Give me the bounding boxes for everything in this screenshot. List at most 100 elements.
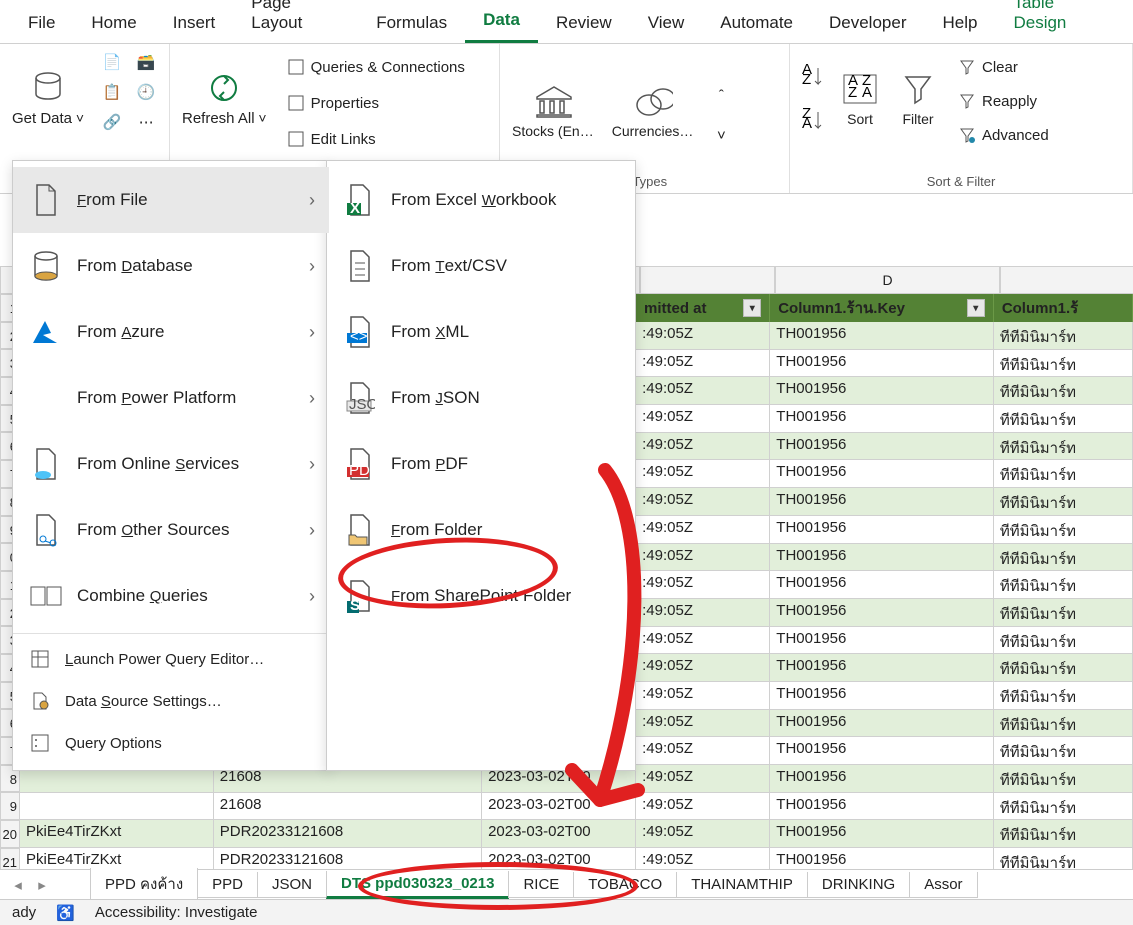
reapply-button[interactable]: Reapply: [952, 88, 1055, 114]
get-data-button[interactable]: Get Data ˅: [8, 48, 88, 148]
bank-icon: [533, 81, 573, 121]
filter-dropdown-icon[interactable]: ▾: [743, 299, 761, 317]
advanced-button[interactable]: Advanced: [952, 122, 1055, 148]
refresh-icon: [204, 68, 244, 108]
sheet-tab-ppd[interactable]: PPD: [197, 872, 258, 898]
from-text-icon[interactable]: 📄: [98, 48, 126, 76]
menu-launch-pq[interactable]: Launch Power Query Editor…: [13, 638, 329, 680]
get-data-menu-level1: From FileFrom DatabaseFrom AzureFrom Pow…: [12, 160, 330, 771]
status-accessibility[interactable]: Accessibility: Investigate: [95, 904, 258, 921]
status-bar: ady ♿ Accessibility: Investigate: [0, 899, 1133, 925]
sheet-tabs: ◂▸ PPD คงค้างPPDJSONDTS ppd030323_0213RI…: [0, 869, 1133, 899]
datatype-up-icon[interactable]: ˆ: [707, 81, 735, 109]
th-shop-key: Column1.ร้าน.Key: [778, 296, 905, 320]
sheet-tab-thainamthip[interactable]: THAINAMTHIP: [676, 872, 808, 898]
existing-conn-icon[interactable]: 🔗: [98, 108, 126, 136]
sheet-tab-ppd-[interactable]: PPD คงค้าง: [90, 868, 198, 901]
from-azure-icon: [29, 315, 63, 349]
edit-links-button[interactable]: Edit Links: [281, 126, 471, 152]
stocks-datatype-button[interactable]: Stocks (En…: [508, 60, 598, 160]
menu-from-xml[interactable]: <>From XML: [327, 299, 635, 365]
tab-page-layout[interactable]: Page Layout: [233, 0, 358, 43]
from-table-icon[interactable]: 📋: [98, 78, 126, 106]
tab-help[interactable]: Help: [925, 3, 996, 43]
from-other-icon: [29, 513, 63, 547]
sheet-tab-tobacco[interactable]: TOBACCO: [573, 872, 677, 898]
refresh-all-button[interactable]: Refresh All ˅: [178, 48, 271, 148]
tab-view[interactable]: View: [630, 3, 703, 43]
status-ready: ady: [12, 904, 36, 921]
refresh-label: Refresh All: [182, 110, 255, 127]
query-opts-icon: [29, 732, 51, 754]
table-row[interactable]: 216082023-03-02T00:49:05ZTH001956ทีทีมิน…: [20, 793, 1133, 821]
filter-label: Filter: [902, 111, 933, 127]
tab-insert[interactable]: Insert: [155, 3, 234, 43]
currency-icon: [633, 81, 673, 121]
sheet-tab-json[interactable]: JSON: [257, 872, 327, 898]
ribbon-tabs: FileHomeInsertPage LayoutFormulasDataRev…: [0, 0, 1133, 44]
from-db-icon: [29, 249, 63, 283]
filter-button[interactable]: Filter: [894, 48, 942, 148]
tab-developer[interactable]: Developer: [811, 3, 925, 43]
funnel-icon: [898, 69, 938, 109]
tab-automate[interactable]: Automate: [702, 3, 811, 43]
menu-combine-q[interactable]: Combine Queries: [13, 563, 329, 629]
col-header-d[interactable]: D: [775, 266, 1000, 294]
sheet-tab-drinking[interactable]: DRINKING: [807, 872, 910, 898]
menu-from-sp[interactable]: SFrom SharePoint Folder: [327, 563, 635, 629]
menu-from-online[interactable]: From Online Services: [13, 431, 329, 497]
row-number[interactable]: 9: [0, 792, 20, 820]
launch-pq-icon: [29, 648, 51, 670]
tab-review[interactable]: Review: [538, 3, 630, 43]
svg-text:Z: Z: [802, 71, 811, 88]
menu-from-folder[interactable]: From Folder: [327, 497, 635, 563]
from-csv-icon: [343, 249, 377, 283]
menu-from-other[interactable]: From Other Sources: [13, 497, 329, 563]
sort-icon: AZZA: [840, 69, 880, 109]
menu-from-db[interactable]: From Database: [13, 233, 329, 299]
menu-from-file[interactable]: From File: [13, 167, 329, 233]
menu-ds-settings[interactable]: Data Source Settings…: [13, 680, 329, 722]
svg-text:S: S: [350, 597, 360, 613]
menu-from-pdf[interactable]: PDFFrom PDF: [327, 431, 635, 497]
menu-from-pp[interactable]: From Power Platform: [13, 365, 329, 431]
sort-button[interactable]: AZZA Sort: [836, 48, 884, 148]
menu-from-json[interactable]: JSONFrom JSON: [327, 365, 635, 431]
row-number[interactable]: 20: [0, 820, 20, 848]
database-icon: [28, 68, 68, 108]
from-web-icon[interactable]: 🗃️: [132, 48, 160, 76]
filter-dropdown-icon[interactable]: ▾: [967, 299, 985, 317]
properties-button[interactable]: Properties: [281, 90, 471, 116]
from-pdf-icon: PDF: [343, 447, 377, 481]
table-row[interactable]: PkiEe4TirZKxtPDR202331216082023-03-02T00…: [20, 820, 1133, 848]
sheet-nav-first-icon[interactable]: ◂: [8, 876, 28, 894]
svg-text:<>: <>: [350, 328, 368, 345]
clear-button[interactable]: Clear: [952, 54, 1055, 80]
tab-table-design[interactable]: Table Design: [995, 0, 1123, 43]
menu-from-csv[interactable]: From Text/CSV: [327, 233, 635, 299]
sort-asc-icon[interactable]: AZ: [798, 62, 826, 90]
from-xlwb-icon: X: [343, 183, 377, 217]
sheet-tab-rice[interactable]: RICE: [508, 872, 574, 898]
menu-query-opts[interactable]: Query Options: [13, 722, 329, 764]
sheet-nav-prev-icon[interactable]: ▸: [32, 876, 52, 894]
svg-text:PDF: PDF: [349, 462, 375, 479]
from-sp-icon: S: [343, 579, 377, 613]
sort-desc-icon[interactable]: ZA: [798, 106, 826, 134]
more-icon[interactable]: ⋯: [132, 108, 160, 136]
recent-sources-icon[interactable]: 🕘: [132, 78, 160, 106]
stocks-label: Stocks (En…: [512, 123, 594, 139]
from-xml-icon: <>: [343, 315, 377, 349]
queries-connections-button[interactable]: Queries & Connections: [281, 54, 471, 80]
tab-file[interactable]: File: [10, 3, 73, 43]
menu-from-azure[interactable]: From Azure: [13, 299, 329, 365]
tab-home[interactable]: Home: [73, 3, 154, 43]
sheet-tab-dts-ppd030323-0213[interactable]: DTS ppd030323_0213: [326, 871, 509, 899]
datatype-down-icon[interactable]: ˅: [707, 121, 735, 149]
tab-formulas[interactable]: Formulas: [358, 3, 465, 43]
tab-data[interactable]: Data: [465, 0, 538, 43]
from-online-icon: [29, 447, 63, 481]
menu-from-xlwb[interactable]: XFrom Excel Workbook: [327, 167, 635, 233]
currencies-datatype-button[interactable]: Currencies…: [608, 60, 698, 160]
sheet-tab-assor[interactable]: Assor: [909, 872, 977, 898]
